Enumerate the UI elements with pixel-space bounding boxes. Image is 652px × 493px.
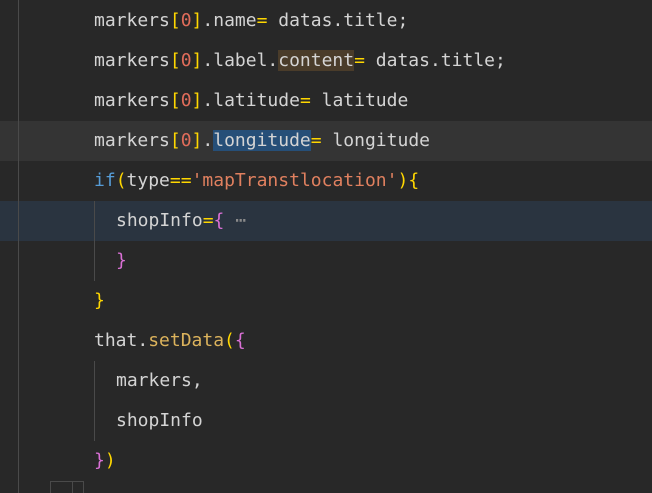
- code-token: =: [310, 130, 322, 151]
- code-line-8[interactable]: }: [94, 281, 105, 321]
- code-token: ]: [191, 130, 203, 151]
- code-token: .label.: [202, 50, 279, 71]
- code-line-12[interactable]: }): [94, 441, 116, 481]
- code-token: {: [234, 330, 246, 351]
- code-token: ]: [191, 90, 203, 111]
- code-token: markers: [94, 50, 170, 71]
- code-token: [: [169, 10, 181, 31]
- code-line-7[interactable]: }: [116, 241, 127, 281]
- code-token: =: [202, 210, 214, 231]
- indent-guide: [94, 361, 95, 441]
- code-token: datas.title;: [267, 10, 409, 31]
- code-token: if: [94, 170, 116, 191]
- code-token: longitude: [213, 130, 311, 151]
- fold-line-highlight: [0, 201, 652, 241]
- code-token: longitude: [321, 130, 430, 151]
- code-token: [: [169, 50, 181, 71]
- gutter-marker: [72, 481, 84, 493]
- code-token: markers: [94, 130, 170, 151]
- code-token: =: [299, 90, 311, 111]
- code-token: ]: [191, 10, 203, 31]
- code-line-10[interactable]: markers,: [116, 361, 203, 401]
- code-token: =: [354, 50, 365, 71]
- code-line-3[interactable]: markers[0].latitude= latitude: [94, 81, 408, 121]
- code-editor[interactable]: markers[0].name= datas.title; markers[0]…: [0, 0, 652, 493]
- code-token: ⋯: [224, 210, 247, 231]
- code-token: }: [116, 250, 127, 271]
- code-token: content: [278, 50, 355, 71]
- code-token: [: [169, 90, 181, 111]
- code-token: setData: [148, 330, 225, 351]
- code-token: }: [94, 290, 105, 311]
- code-token: .name: [202, 10, 257, 31]
- indent-guide: [18, 0, 19, 493]
- code-token: type: [126, 170, 170, 191]
- code-token: markers: [94, 10, 170, 31]
- code-token: shopInfo: [116, 210, 203, 231]
- code-token: {: [408, 170, 420, 191]
- code-line-2[interactable]: markers[0].label.content= datas.title;: [94, 41, 506, 81]
- code-token: [: [169, 130, 181, 151]
- code-token: 0: [180, 90, 192, 111]
- code-token: that.: [94, 330, 149, 351]
- code-line-1[interactable]: markers[0].name= datas.title;: [94, 1, 408, 41]
- code-token: 0: [180, 50, 192, 71]
- code-token: }: [94, 450, 105, 471]
- code-token: {: [213, 210, 225, 231]
- code-token: ): [397, 170, 409, 191]
- code-token: ==: [169, 170, 192, 191]
- code-token: =: [256, 10, 268, 31]
- indent-guide: [94, 201, 95, 281]
- code-token: 0: [180, 130, 192, 151]
- code-token: latitude: [310, 90, 409, 111]
- code-token: (: [115, 170, 127, 191]
- code-line-9[interactable]: that.setData({: [94, 321, 246, 361]
- code-line-5[interactable]: if(type=='mapTranstlocation'){: [94, 161, 419, 201]
- code-token: ): [104, 450, 116, 471]
- code-token: .: [202, 130, 214, 151]
- code-token: datas.title;: [364, 50, 506, 71]
- code-token: markers: [94, 90, 170, 111]
- code-token: .latitude: [202, 90, 300, 111]
- code-line-6[interactable]: shopInfo={ ⋯: [116, 201, 246, 241]
- code-line-11[interactable]: shopInfo: [116, 401, 203, 441]
- code-token: ]: [191, 50, 203, 71]
- gutter-marker: [50, 481, 73, 493]
- code-line-4[interactable]: markers[0].longitude= longitude: [94, 121, 430, 161]
- code-token: 'mapTranstlocation': [191, 170, 398, 191]
- code-token: 0: [180, 10, 192, 31]
- code-token: (: [224, 330, 235, 351]
- code-token: shopInfo: [116, 410, 203, 431]
- code-token: markers,: [116, 370, 203, 391]
